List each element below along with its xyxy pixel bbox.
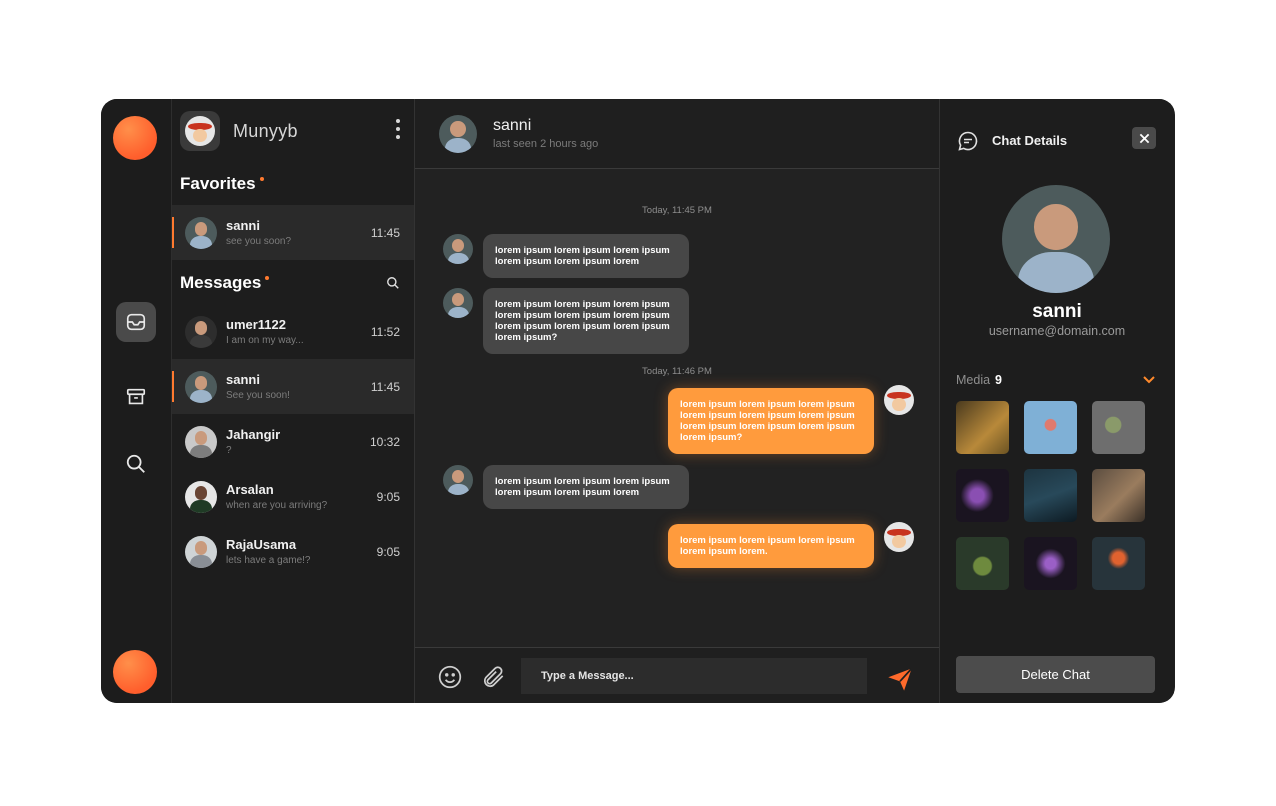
details-email: username@domain.com bbox=[988, 324, 1126, 338]
media-thumb-salad[interactable] bbox=[956, 537, 1009, 590]
incoming-message: lorem ipsum lorem ipsum lorem ipsum lore… bbox=[483, 288, 689, 354]
contact-preview: when are you arriving? bbox=[226, 500, 328, 511]
nav-rail bbox=[101, 99, 172, 703]
messages-title: Messages bbox=[180, 273, 262, 292]
sender-avatar bbox=[443, 234, 473, 264]
messages-heading: Messages bbox=[172, 262, 414, 304]
close-icon bbox=[1139, 133, 1149, 143]
attachment-icon[interactable] bbox=[481, 664, 507, 690]
contact-time: 9:05 bbox=[376, 489, 400, 504]
sender-avatar bbox=[443, 288, 473, 318]
contact-time: 11:52 bbox=[370, 324, 400, 339]
hat-avatar-icon bbox=[185, 116, 215, 146]
hat-avatar-icon bbox=[884, 522, 914, 552]
inbox-button[interactable] bbox=[116, 302, 156, 342]
avatar bbox=[185, 315, 217, 348]
contact-name: sanni bbox=[226, 372, 260, 387]
media-thumb-food[interactable] bbox=[1092, 401, 1145, 454]
send-icon[interactable] bbox=[885, 665, 915, 693]
avatar bbox=[185, 535, 217, 568]
media-thumb-nebula[interactable] bbox=[956, 469, 1009, 522]
accent-dot bbox=[265, 276, 270, 280]
favorites-title: Favorites bbox=[180, 174, 256, 193]
chevron-down-icon[interactable] bbox=[1142, 375, 1156, 385]
app-logo[interactable] bbox=[113, 116, 157, 160]
avatar bbox=[185, 425, 217, 458]
conversation-item[interactable]: Arsalan when are you arriving? 9:05 bbox=[172, 469, 414, 524]
contact-preview: see you soon? bbox=[226, 236, 292, 247]
contact-name: RajaUsama bbox=[226, 537, 297, 552]
chat-app-window: Munyyb Favorites sanni see you soon? 11:… bbox=[101, 99, 1175, 703]
avatar bbox=[185, 370, 217, 403]
message-input[interactable] bbox=[521, 658, 867, 694]
contact-name: Arsalan bbox=[226, 482, 274, 497]
avatar bbox=[185, 216, 217, 249]
more-options-icon[interactable] bbox=[396, 119, 400, 139]
media-thumb-interior[interactable] bbox=[1092, 469, 1145, 522]
incoming-message: lorem ipsum lorem ipsum lorem ipsum lore… bbox=[483, 234, 689, 278]
media-thumb-deer[interactable] bbox=[956, 401, 1009, 454]
outgoing-message: lorem ipsum lorem ipsum lorem ipsum lore… bbox=[668, 388, 874, 454]
media-count: 9 bbox=[995, 373, 1002, 387]
contact-time: 11:45 bbox=[370, 379, 400, 394]
conversation-item[interactable]: umer1122 I am on my way... 11:52 bbox=[172, 304, 414, 359]
contact-name: sanni bbox=[226, 218, 260, 233]
contact-preview: ? bbox=[226, 445, 232, 456]
accent-dot bbox=[259, 177, 264, 181]
media-thumb-parrot[interactable] bbox=[1092, 537, 1145, 590]
contact-time: 9:05 bbox=[376, 544, 400, 559]
chat-details-panel: Chat Details sanni username@domain.com M… bbox=[940, 99, 1174, 703]
search-icon bbox=[126, 454, 145, 473]
media-thumb-underwater[interactable] bbox=[1024, 469, 1077, 522]
conversation-item[interactable]: RajaUsama lets have a game!? 9:05 bbox=[172, 524, 414, 579]
user-status-orb[interactable] bbox=[113, 650, 157, 694]
incoming-message: lorem ipsum lorem ipsum lorem ipsum lore… bbox=[483, 465, 689, 509]
archive-button[interactable] bbox=[116, 377, 156, 417]
contact-time: 10:32 bbox=[369, 434, 400, 449]
timestamp: Today, 11:45 PM bbox=[642, 205, 712, 216]
media-label: Media bbox=[956, 373, 991, 387]
close-button[interactable] bbox=[1132, 127, 1156, 149]
chat-bubble-icon bbox=[958, 131, 978, 151]
contact-time: 11:45 bbox=[370, 225, 400, 240]
favorite-item[interactable]: sanni see you soon? 11:45 bbox=[172, 205, 414, 260]
timestamp: Today, 11:46 PM bbox=[642, 366, 712, 377]
profile-avatar[interactable] bbox=[180, 111, 220, 151]
chat-panel: sanni last seen 2 hours ago Today, 11:45… bbox=[415, 99, 940, 703]
profile-name: Munyyb bbox=[233, 120, 298, 141]
chat-header: sanni last seen 2 hours ago bbox=[415, 99, 939, 169]
media-thumb-galaxy[interactable] bbox=[1024, 537, 1077, 590]
contact-preview: lets have a game!? bbox=[226, 555, 311, 566]
inbox-icon bbox=[126, 313, 146, 331]
media-header[interactable]: Media 9 bbox=[956, 373, 1156, 387]
archive-icon bbox=[126, 388, 146, 405]
contact-name: umer1122 bbox=[226, 317, 286, 332]
delete-chat-button[interactable]: Delete Chat bbox=[956, 656, 1155, 693]
details-title: Chat Details bbox=[992, 133, 1068, 148]
chat-contact-name: sanni bbox=[493, 117, 532, 134]
sender-avatar bbox=[443, 465, 473, 495]
profile-photo bbox=[1002, 185, 1110, 293]
hat-avatar-icon bbox=[884, 385, 914, 415]
favorites-heading: Favorites bbox=[172, 163, 414, 205]
search-icon[interactable] bbox=[386, 276, 400, 290]
emoji-icon[interactable] bbox=[437, 664, 463, 690]
details-name: sanni bbox=[1032, 301, 1082, 322]
conversation-item[interactable]: sanni See you soon! 11:45 bbox=[172, 359, 414, 414]
media-grid bbox=[956, 401, 1145, 590]
search-nav-button[interactable] bbox=[116, 444, 156, 484]
chat-last-seen: last seen 2 hours ago bbox=[493, 138, 599, 150]
contact-preview: See you soon! bbox=[226, 390, 290, 401]
chat-avatar[interactable] bbox=[439, 114, 477, 153]
message-composer bbox=[415, 647, 939, 703]
conversation-item[interactable]: Jahangir ? 10:32 bbox=[172, 414, 414, 469]
contact-name: Jahangir bbox=[226, 427, 281, 442]
media-thumb-flamingo[interactable] bbox=[1024, 401, 1077, 454]
contacts-panel: Munyyb Favorites sanni see you soon? 11:… bbox=[172, 99, 415, 703]
profile-header: Munyyb bbox=[172, 99, 414, 163]
outgoing-message: lorem ipsum lorem ipsum lorem ipsum lore… bbox=[668, 524, 874, 568]
contact-preview: I am on my way... bbox=[226, 335, 304, 346]
avatar bbox=[185, 480, 217, 513]
